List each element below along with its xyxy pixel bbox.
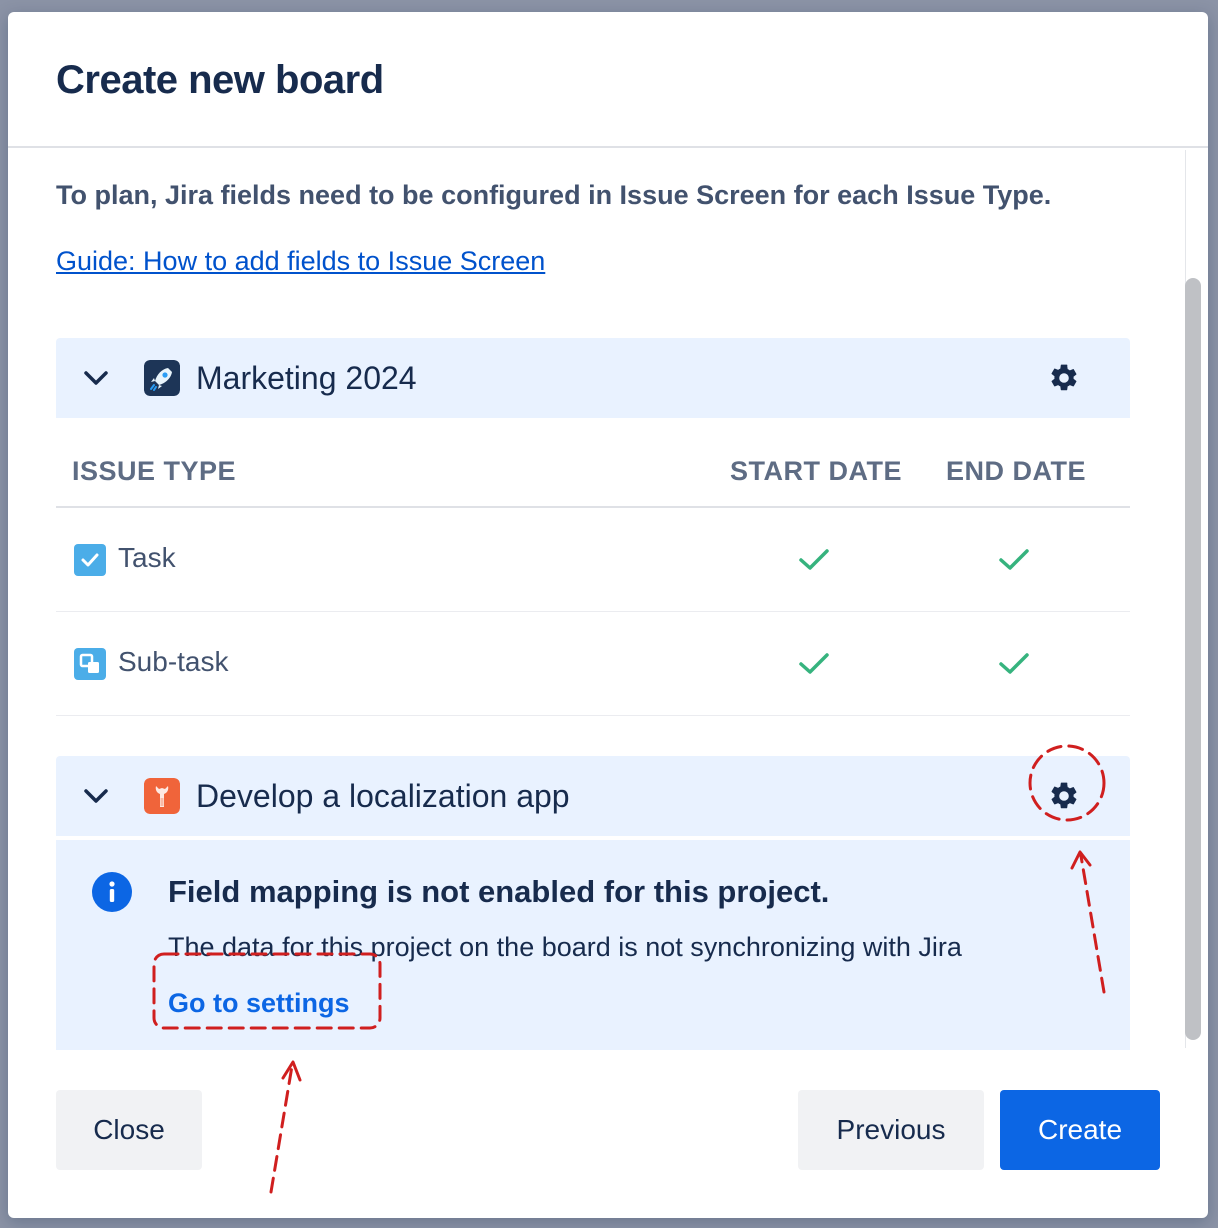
guide-link[interactable]: Guide: How to add fields to Issue Screen	[56, 246, 545, 277]
issue-table-header: ISSUE TYPE START DATE END DATE	[56, 446, 1130, 508]
column-issue-type: ISSUE TYPE	[72, 456, 237, 486]
wrench-icon	[144, 778, 180, 814]
info-icon	[92, 872, 132, 912]
issue-type-label: Sub-task	[118, 646, 229, 677]
table-row: Task	[56, 508, 1130, 612]
dialog-header: Create new board	[8, 12, 1208, 148]
project-header-marketing[interactable]: Marketing 2024	[56, 338, 1130, 418]
previous-button[interactable]: Previous	[798, 1090, 984, 1170]
project-name: Marketing 2024	[196, 360, 417, 396]
table-row: Sub-task	[56, 612, 1130, 716]
task-checkbox-icon	[74, 544, 106, 576]
column-start-date: START DATE	[730, 456, 902, 486]
gear-icon[interactable]	[1046, 778, 1082, 814]
check-icon	[998, 544, 1030, 576]
column-end-date: END DATE	[946, 456, 1087, 486]
dialog-title: Create new board	[56, 58, 384, 102]
chevron-down-icon[interactable]	[82, 364, 110, 392]
create-board-dialog: Create new board To plan, Jira fields ne…	[8, 12, 1208, 1218]
project-header-localization[interactable]: Develop a localization app	[56, 756, 1130, 836]
issue-type-label: Task	[118, 542, 176, 573]
go-to-settings-link[interactable]: Go to settings	[168, 988, 350, 1019]
field-mapping-notice: Field mapping is not enabled for this pr…	[56, 840, 1130, 1050]
intro-text: To plan, Jira fields need to be configur…	[56, 180, 1052, 210]
notice-text: The data for this project on the board i…	[168, 932, 962, 962]
project-name: Develop a localization app	[196, 778, 570, 814]
gear-icon[interactable]	[1046, 360, 1082, 396]
check-icon	[998, 648, 1030, 680]
dialog-body: To plan, Jira fields need to be configur…	[8, 150, 1208, 1050]
rocket-icon	[144, 360, 180, 396]
close-button[interactable]: Close	[56, 1090, 202, 1170]
notice-title: Field mapping is not enabled for this pr…	[168, 874, 830, 909]
subtask-icon	[74, 648, 106, 680]
create-button[interactable]: Create	[1000, 1090, 1160, 1170]
scrollbar-thumb[interactable]	[1185, 278, 1201, 1040]
check-icon	[798, 648, 830, 680]
chevron-down-icon[interactable]	[82, 782, 110, 810]
check-icon	[798, 544, 830, 576]
